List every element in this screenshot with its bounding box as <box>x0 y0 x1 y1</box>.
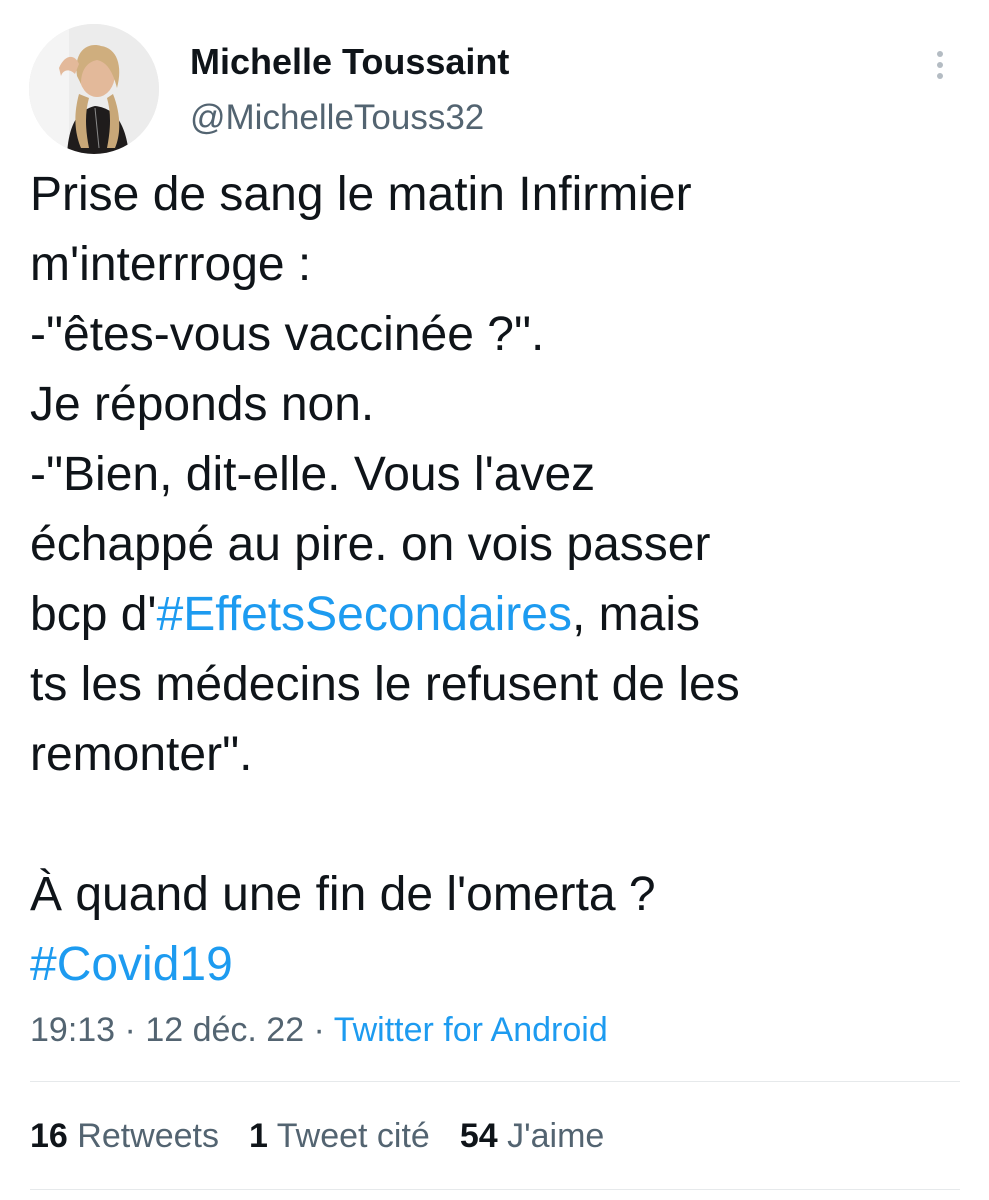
more-options-button[interactable] <box>920 42 960 88</box>
retweet-count: 16 <box>30 1117 68 1155</box>
tweet-line: #Covid19 <box>30 930 960 1000</box>
tweet-text-segment: ts les médecins le refusent de les <box>30 658 740 711</box>
tweet-line: m'interrroge : <box>30 230 960 300</box>
more-vertical-icon <box>937 62 943 68</box>
tweet-date[interactable]: 12 déc. 22 <box>145 1011 304 1049</box>
more-vertical-icon <box>937 73 943 79</box>
tweet-line: remonter". <box>30 720 960 790</box>
tweet-text-segment: , mais <box>571 588 700 641</box>
tweet-text-segment: Je réponds non. <box>30 378 375 431</box>
more-vertical-icon <box>937 51 943 57</box>
tweet-source-link[interactable]: Twitter for Android <box>334 1011 608 1049</box>
likes-stat[interactable]: 54 J'aime <box>460 1114 604 1158</box>
tweet-text-segment: À quand une fin de l'omerta ? <box>30 868 656 921</box>
tweet-stats: 16 Retweets 1 Tweet cité 54 J'aime <box>30 1114 604 1158</box>
tweet-line: ts les médecins le refusent de les <box>30 650 960 720</box>
tweet-text-segment: -"êtes-vous vaccinée ?". <box>30 308 545 361</box>
hashtag-link[interactable]: #Covid19 <box>30 938 233 991</box>
meta-separator: · <box>304 1011 334 1049</box>
like-count: 54 <box>459 1117 498 1155</box>
tweet-line: -"Bien, dit-elle. Vous l'avez <box>30 440 960 510</box>
tweet-time[interactable]: 19:13 <box>30 1011 115 1049</box>
like-label: J'aime <box>497 1117 605 1155</box>
quote-tweets-stat[interactable]: 1 Tweet cité <box>249 1114 430 1158</box>
avatar-photo <box>29 24 159 154</box>
tweet-meta: 19:13 · 12 déc. 22 · Twitter for Android <box>30 1008 608 1052</box>
tweet-line: échappé au pire. on vois passer <box>30 510 960 580</box>
retweet-label: Retweets <box>67 1117 220 1155</box>
tweet-text: Prise de sang le matin Infirmier m'interr… <box>30 160 960 1000</box>
avatar[interactable] <box>29 24 159 154</box>
tweet-line: À quand une fin de l'omerta ? <box>30 860 960 930</box>
tweet-text-segment: échappé au pire. on vois passer <box>30 518 711 571</box>
author-handle[interactable]: @MichelleTouss32 <box>190 96 484 140</box>
divider <box>30 1081 960 1082</box>
retweets-stat[interactable]: 16 Retweets <box>30 1114 219 1158</box>
quote-label: Tweet cité <box>267 1117 430 1155</box>
tweet-line: Prise de sang le matin Infirmier <box>30 160 960 230</box>
tweet-text-segment: -"Bien, dit-elle. Vous l'avez <box>30 448 596 501</box>
author-display-name[interactable]: Michelle Toussaint <box>190 40 509 84</box>
meta-separator: · <box>115 1011 146 1049</box>
divider <box>30 1189 960 1190</box>
quote-count: 1 <box>249 1117 268 1155</box>
tweet-text-segment: Prise de sang le matin Infirmier <box>30 168 692 221</box>
tweet-line: bcp d'#EffetsSecondaires, mais <box>30 580 960 650</box>
tweet-line: Je réponds non. <box>30 370 960 440</box>
tweet-line: -"êtes-vous vaccinée ?". <box>30 300 960 370</box>
tweet-text-segment: remonter". <box>30 728 253 781</box>
tweet-text-segment: bcp d' <box>30 588 157 641</box>
hashtag-link[interactable]: #EffetsSecondaires <box>157 588 572 641</box>
tweet-text-segment: m'interrroge : <box>30 238 312 291</box>
